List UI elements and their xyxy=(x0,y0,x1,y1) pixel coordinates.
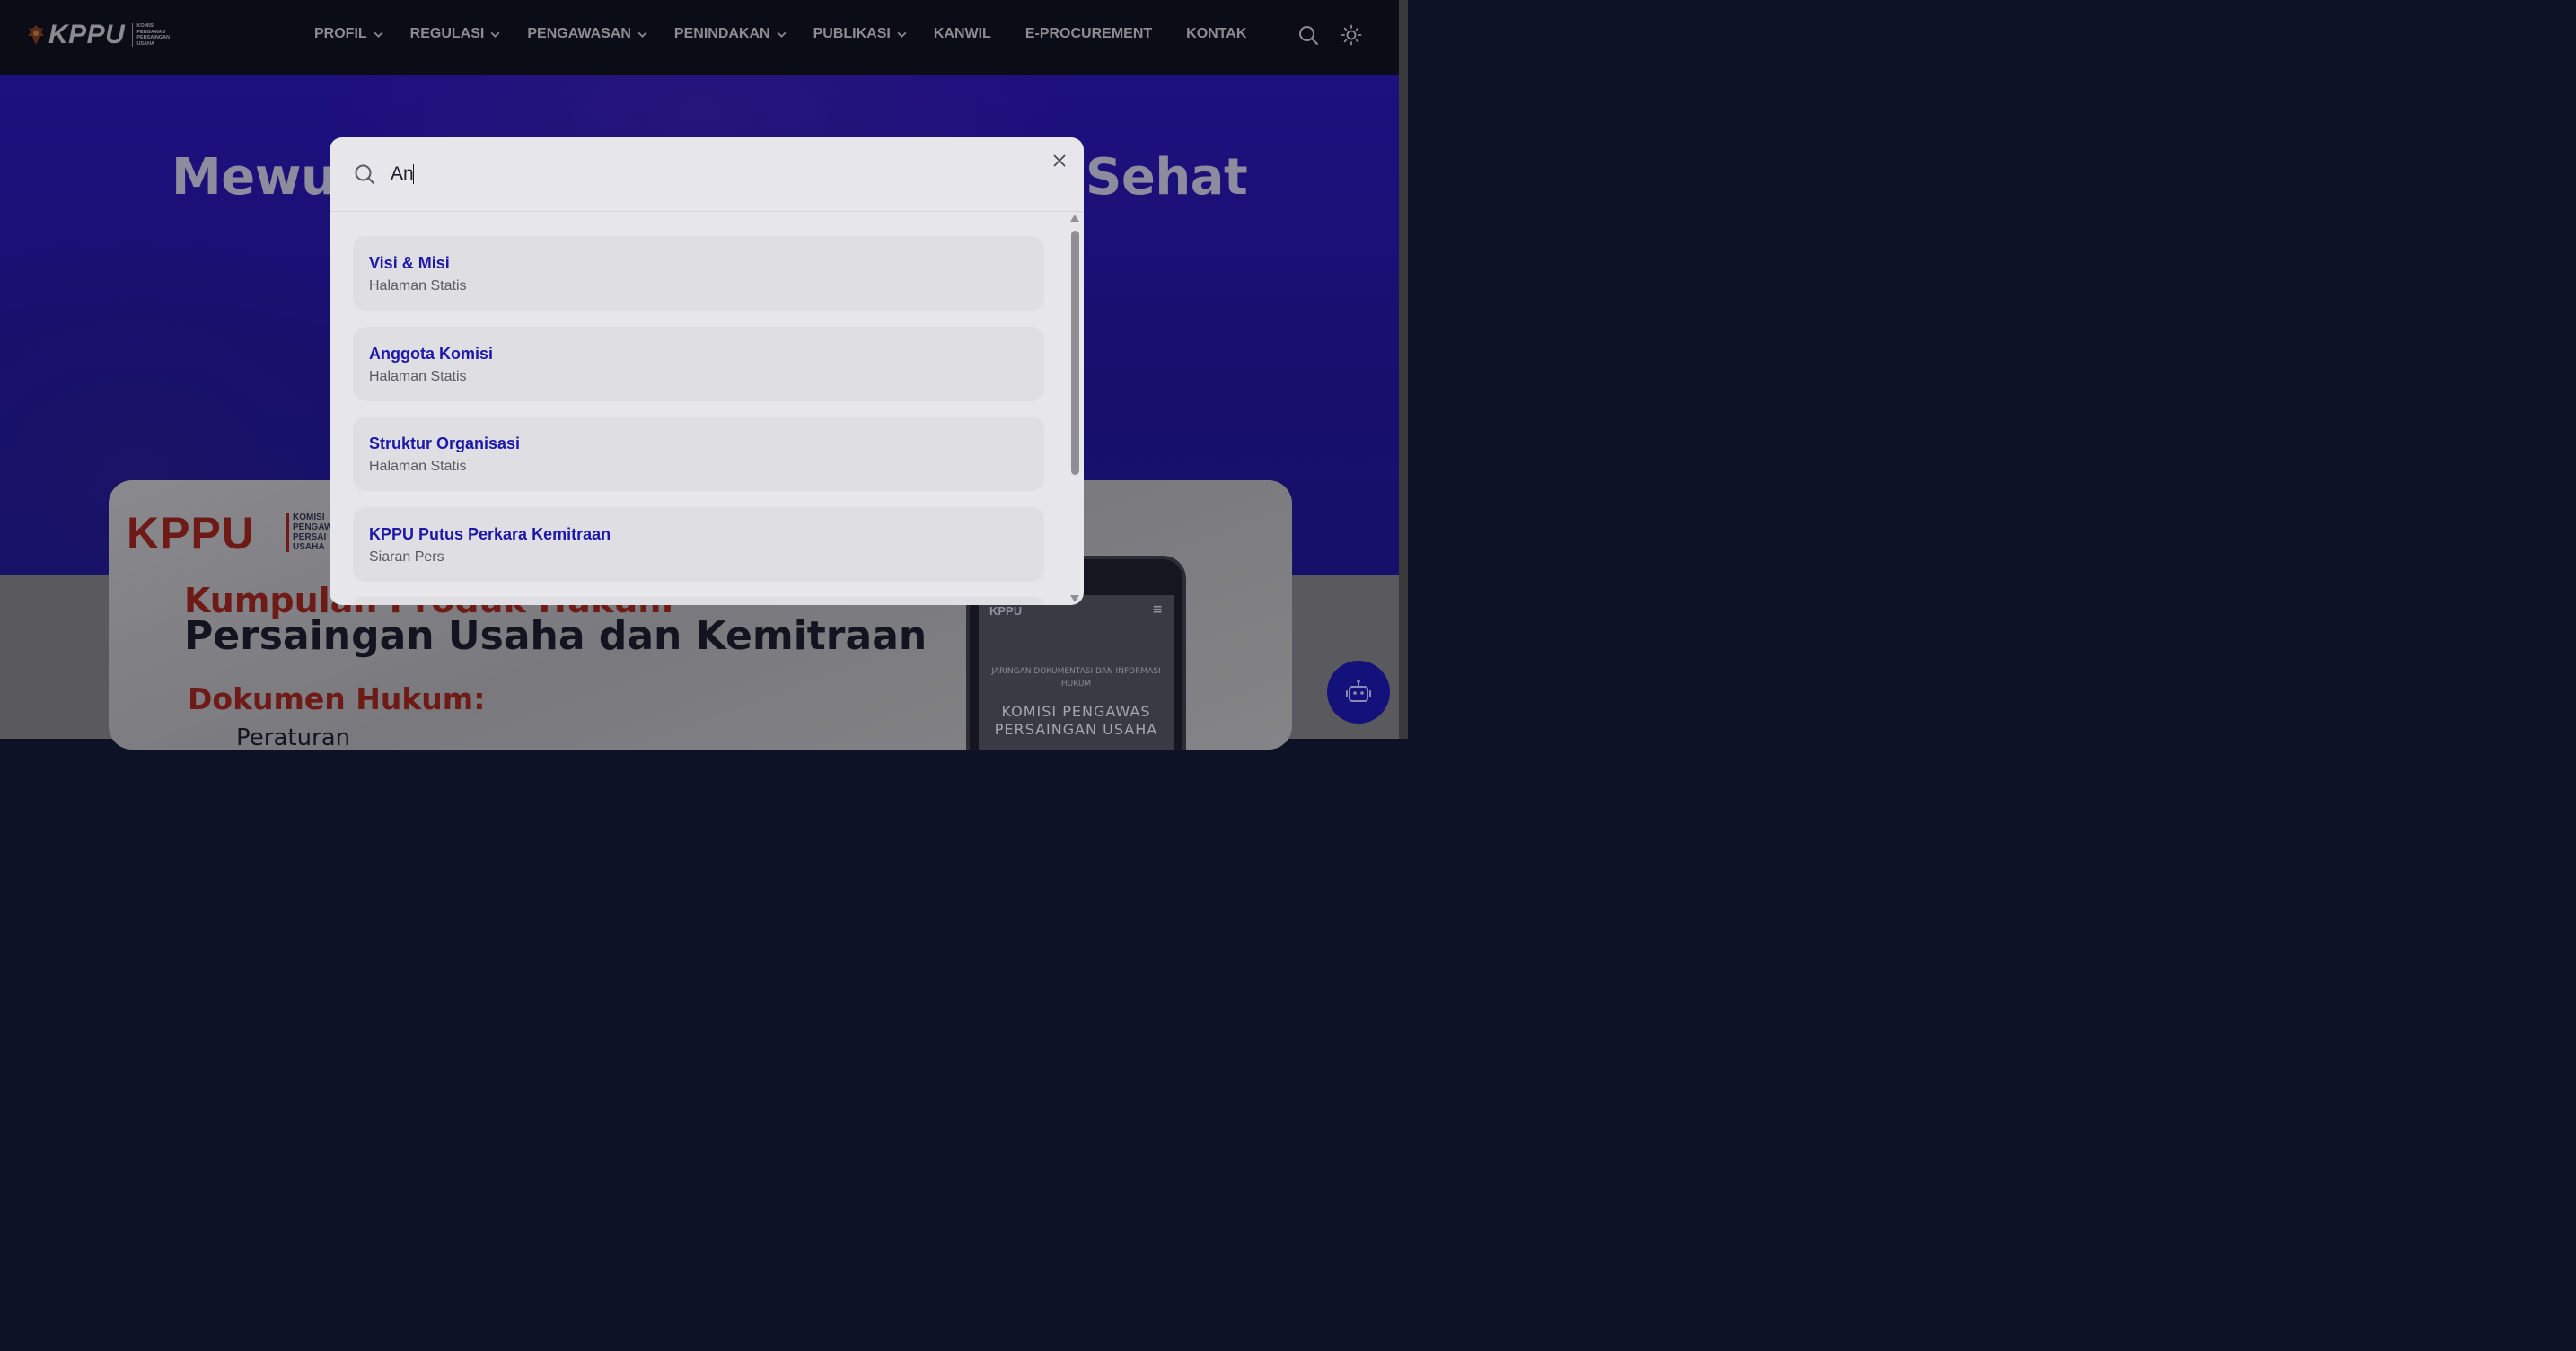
result-category: Halaman Statis xyxy=(369,459,467,474)
results-scrollbar[interactable] xyxy=(1068,215,1081,602)
scroll-up-arrow-icon[interactable] xyxy=(1070,215,1079,222)
result-title: Visi & Misi xyxy=(369,254,450,272)
search-modal: Visi & Misi Halaman Statis Anggota Komis… xyxy=(330,137,1084,605)
search-result-item[interactable]: KPPU Putus Perkara Kemitraan Siaran Pers xyxy=(353,506,1044,582)
scrollbar-thumb[interactable] xyxy=(1071,231,1079,475)
result-title: KPPU Putus Perkara Kemitraan xyxy=(369,524,611,543)
result-category: Siaran Pers xyxy=(369,548,444,565)
text-cursor xyxy=(413,164,414,184)
scroll-down-arrow-icon[interactable] xyxy=(1070,595,1079,602)
search-result-item[interactable]: Anggota Komisi Halaman Statis xyxy=(353,326,1044,401)
search-input[interactable] xyxy=(391,159,1001,189)
search-icon xyxy=(355,164,374,184)
result-category: Halaman Statis xyxy=(369,278,467,294)
search-result-item[interactable]: Struktur Organisasi Halaman Statis xyxy=(353,417,1044,491)
search-bar xyxy=(330,137,1084,212)
result-title: Anggota Komisi xyxy=(369,344,493,363)
result-title: Struktur Organisasi xyxy=(369,434,521,452)
close-icon[interactable] xyxy=(1051,152,1068,170)
search-results-list: Visi & Misi Halaman Statis Anggota Komis… xyxy=(353,236,1044,605)
search-result-item[interactable]: Visi & Misi Halaman Statis xyxy=(353,236,1044,311)
search-result-item[interactable] xyxy=(353,597,1044,605)
result-category: Halaman Statis xyxy=(369,368,467,384)
